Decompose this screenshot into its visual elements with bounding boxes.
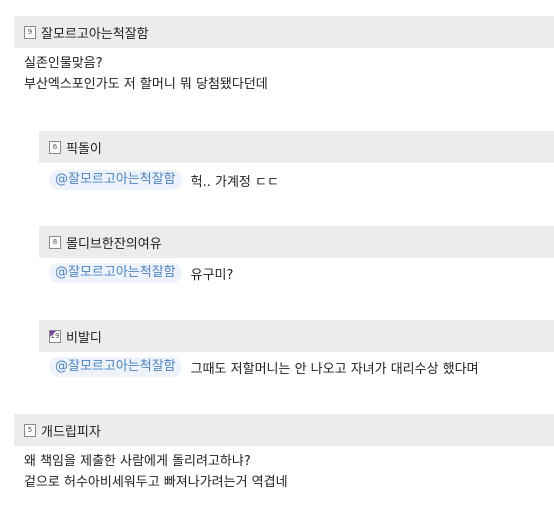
comment-text: 유구미? [190,267,234,283]
level-badge-icon: 9 [24,25,36,39]
level-badge-icon: 19 [49,329,61,343]
author-nickname[interactable]: 비발디 [66,327,102,346]
comment-text: 실존인물맞음? 부산엑스포인가도 저 할머니 뭐 당첨됐다던데 [24,53,268,95]
comment-line: 왜 책임을 제출한 사람에게 돌리려고하냐? [24,454,251,469]
reply-body: @잘모르고아는척잘함 헉.. 가계정 ㄷㄷ [49,170,279,190]
level-badge-icon: 6 [49,140,61,154]
comment-header: 19 비발디 [39,320,554,352]
level-badge-icon: 5 [24,423,36,437]
mention-tag[interactable]: @잘모르고아는척잘함 [49,357,182,377]
mention-tag[interactable]: @잘모르고아는척잘함 [49,170,182,190]
comment-text: 그때도 저할머니는 안 나오고 자녀가 대리수상 했다며 [190,361,479,377]
comment-text: 헉.. 가계정 ㄷㄷ [190,174,279,190]
reply-body: @잘모르고아는척잘함 유구미? [49,263,233,283]
mention-tag[interactable]: @잘모르고아는척잘함 [49,263,182,283]
comment-text: 왜 책임을 제출한 사람에게 돌리려고하냐? 겉으로 허수아비세워두고 빠져나가… [24,451,288,493]
comment-header: 9 잘모르고아는척잘함 [14,16,554,48]
author-nickname[interactable]: 픽돌이 [66,138,102,157]
comment-header: 6 픽돌이 [39,131,554,163]
comment-line: 실존인물맞음? [24,56,103,71]
comment-header: 8 몰디브한잔의여유 [39,226,554,258]
level-badge-icon: 8 [49,235,61,249]
comment-line: 겉으로 허수아비세워두고 빠져나가려는거 역겹네 [24,475,288,490]
comment-header: 5 개드립피자 [14,414,554,446]
author-nickname[interactable]: 잘모르고아는척잘함 [41,23,149,42]
reply-body: @잘모르고아는척잘함 그때도 저할머니는 안 나오고 자녀가 대리수상 했다며 [49,357,479,377]
author-nickname[interactable]: 몰디브한잔의여유 [66,233,162,252]
comment-line: 부산엑스포인가도 저 할머니 뭐 당첨됐다던데 [24,77,268,92]
author-nickname[interactable]: 개드립피자 [41,421,101,440]
